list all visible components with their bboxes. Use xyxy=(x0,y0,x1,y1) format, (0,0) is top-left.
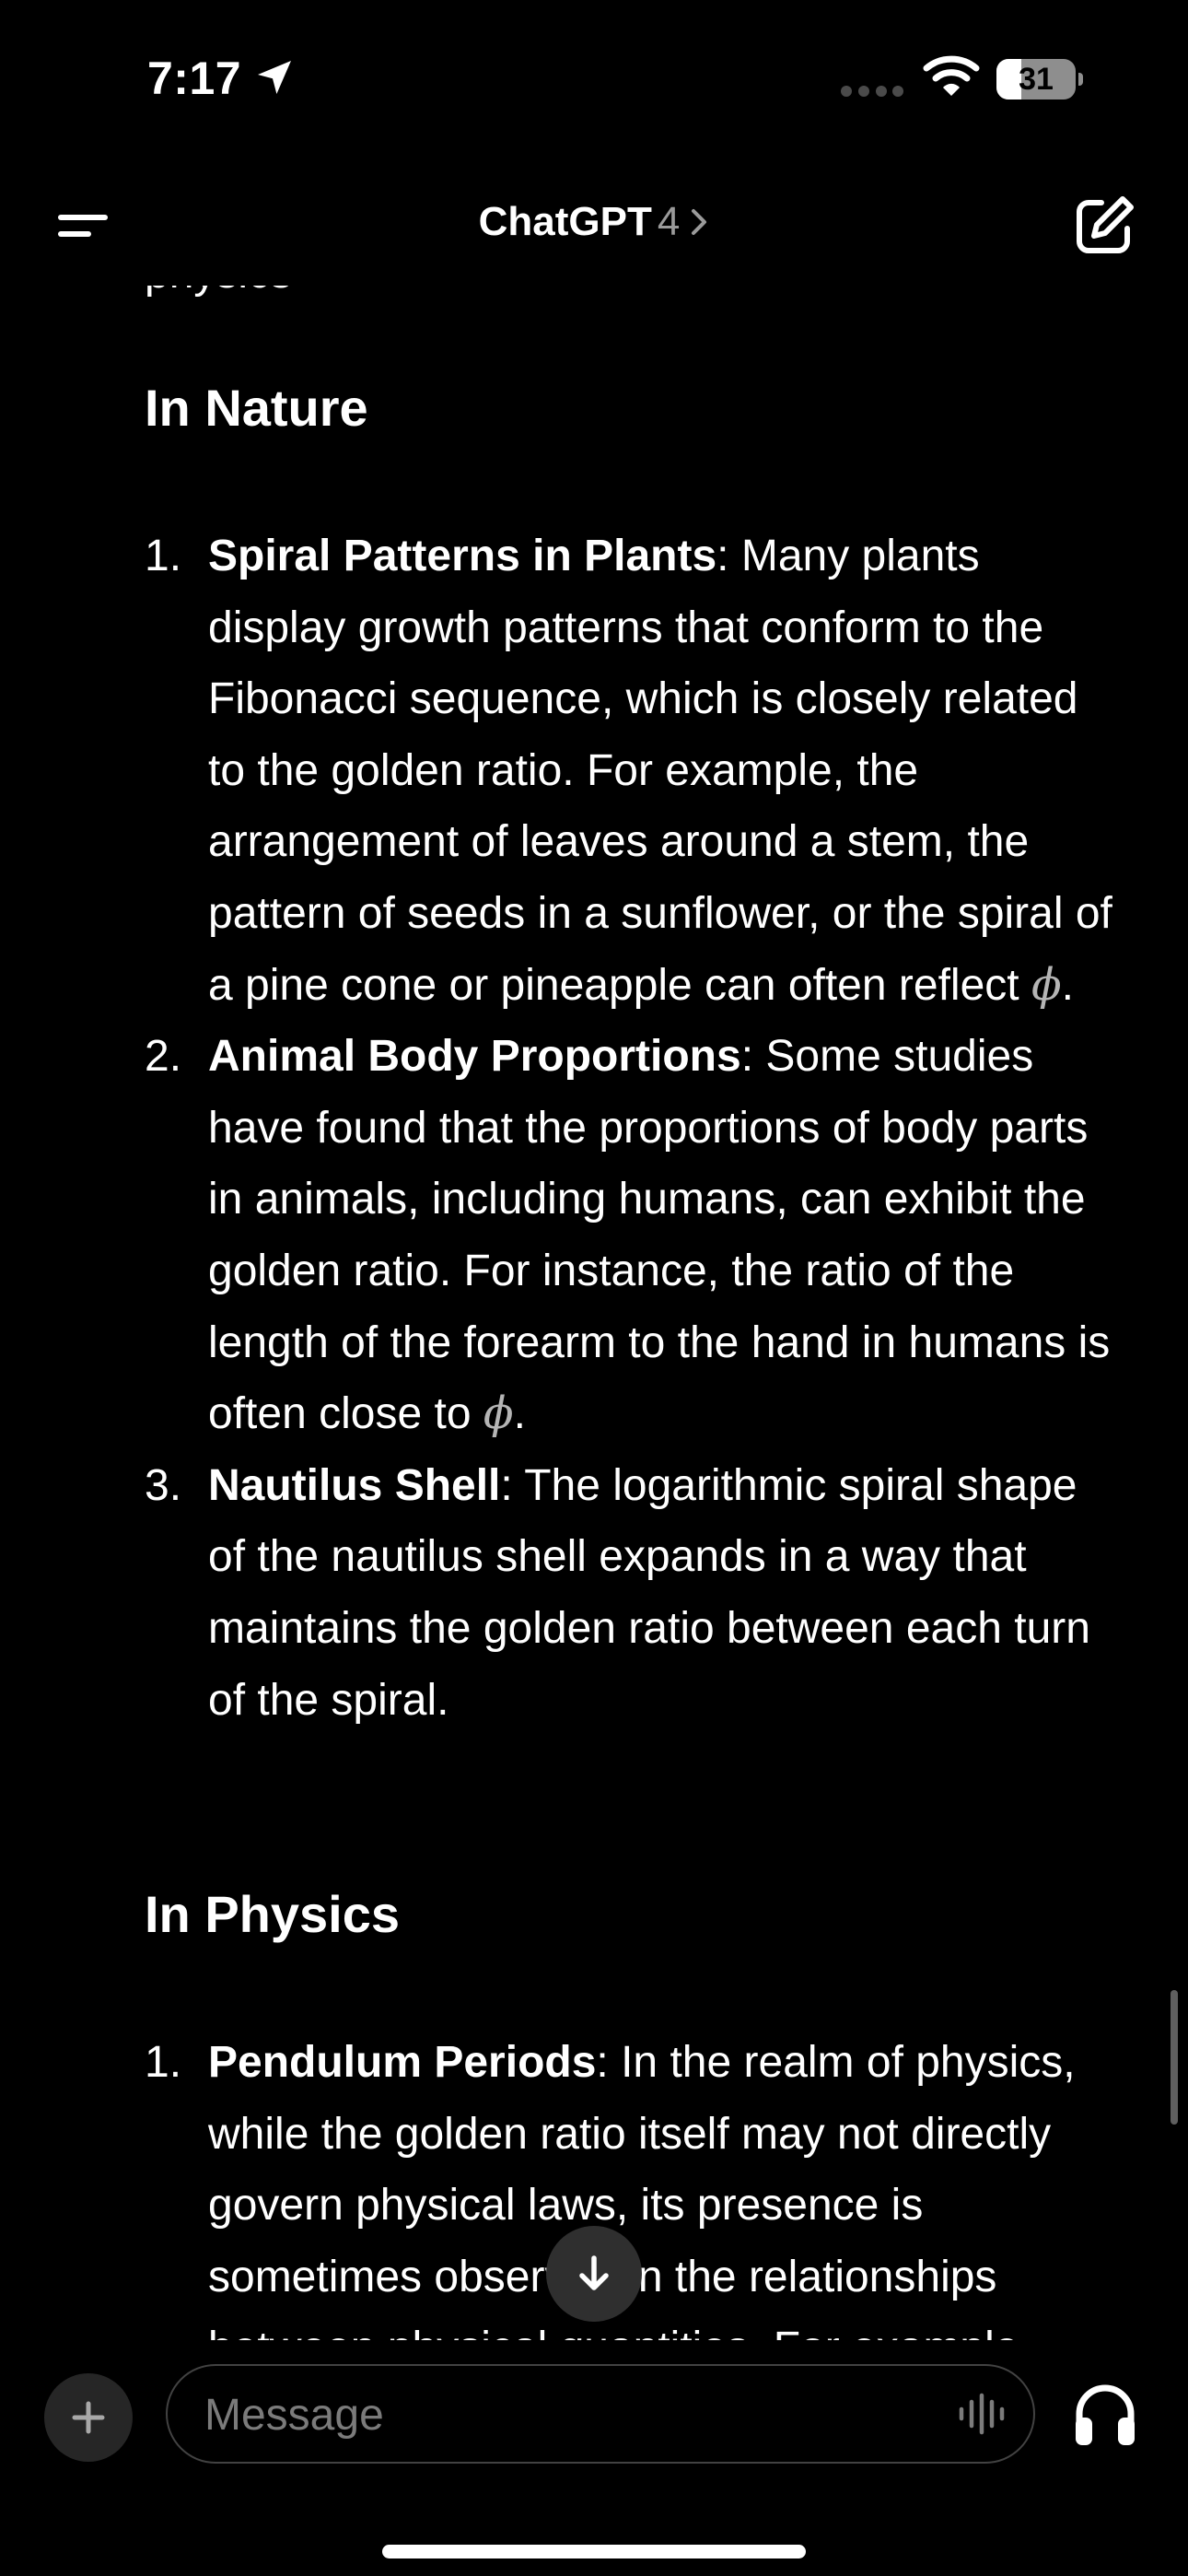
composer xyxy=(0,2340,1188,2576)
chat-content: physics In Nature 1. Spiral Patterns in … xyxy=(0,286,1188,2340)
chevron-right-icon xyxy=(692,209,707,235)
plus-icon xyxy=(72,2401,105,2434)
list-item-end: . xyxy=(513,1389,526,1439)
cutoff-text: physics xyxy=(145,286,292,310)
phi-symbol: ϕ xyxy=(1031,958,1062,1011)
cellular-dots-icon xyxy=(841,86,903,97)
list-item-title: Animal Body Proportions xyxy=(208,1032,741,1082)
list-item-text: : Some studies have found that the propo… xyxy=(208,1032,1111,1439)
model-selector[interactable]: ChatGPT 4 xyxy=(0,199,1188,245)
list-number: 3. xyxy=(145,1460,182,1510)
voice-waveform-icon[interactable] xyxy=(956,2392,1007,2436)
phi-symbol: ϕ xyxy=(483,1388,514,1440)
location-arrow-icon xyxy=(258,61,291,94)
status-time: 7:17 xyxy=(147,53,242,104)
list-number: 1. xyxy=(145,2038,182,2087)
compose-icon[interactable] xyxy=(1072,193,1136,258)
battery-icon: 31 xyxy=(996,59,1076,100)
home-indicator xyxy=(382,2545,806,2558)
nature-list: 1. Spiral Patterns in Plants: Many plant… xyxy=(145,521,1121,1736)
list-item-title: Pendulum Periods xyxy=(208,2038,597,2087)
message-input[interactable] xyxy=(203,2366,906,2464)
list-item-text: : Many plants display growth patterns th… xyxy=(208,532,1112,1010)
battery-tip xyxy=(1078,73,1083,86)
status-bar: 7:17 31 xyxy=(0,0,1188,166)
wifi-icon xyxy=(923,55,980,96)
list-number: 1. xyxy=(145,532,182,580)
list-item: 2. Animal Body Proportions: Some studies… xyxy=(145,1021,1121,1450)
scrollbar[interactable] xyxy=(1171,1990,1178,2125)
headphones-icon[interactable] xyxy=(1072,2377,1138,2451)
arrow-down-icon xyxy=(579,2255,609,2290)
battery-indicator: 31 xyxy=(996,59,1085,100)
model-version: 4 xyxy=(657,199,681,244)
list-item: 1. Spiral Patterns in Plants: Many plant… xyxy=(145,521,1121,1021)
section-heading: In Nature xyxy=(145,379,368,437)
app-title: ChatGPT xyxy=(478,199,652,244)
list-number: 2. xyxy=(145,1032,182,1082)
list-item-title: Nautilus Shell xyxy=(208,1460,501,1510)
list-item-end: . xyxy=(1061,960,1075,1010)
scroll-down-button[interactable] xyxy=(546,2226,642,2322)
list-item: 3. Nautilus Shell: The logarithmic spira… xyxy=(145,1450,1121,1736)
list-item-title: Spiral Patterns in Plants xyxy=(208,532,717,580)
battery-level: 31 xyxy=(1019,62,1054,97)
message-field[interactable] xyxy=(166,2364,1035,2464)
attach-button[interactable] xyxy=(44,2373,133,2462)
section-heading: In Physics xyxy=(145,1885,401,1943)
nav-bar: ChatGPT 4 xyxy=(0,166,1188,286)
